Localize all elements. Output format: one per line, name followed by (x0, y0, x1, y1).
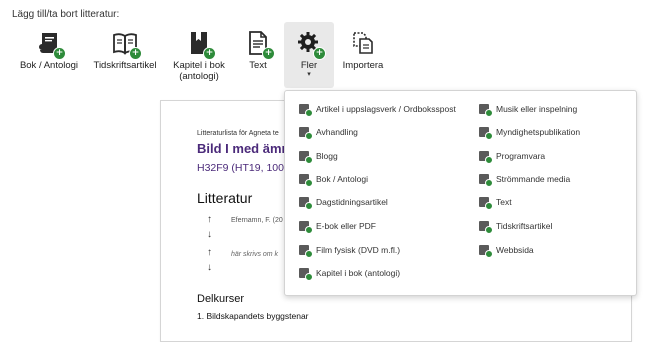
menu-item-label: Webbsida (496, 245, 534, 255)
add-journal-article-button[interactable]: + Tidskriftsartikel (90, 22, 160, 88)
import-button[interactable]: Importera (338, 22, 388, 88)
film-icon (299, 244, 313, 258)
journal-icon (479, 220, 493, 234)
text-document-icon (479, 196, 493, 210)
add-remove-literature-label: Lägg till/ta bort litteratur: (12, 9, 120, 20)
menu-item-thesis[interactable]: Avhandling (299, 123, 358, 141)
document-header: Litteraturlista för Agneta te (197, 130, 279, 137)
move-down-icon[interactable]: ↓ (207, 262, 212, 273)
music-icon (479, 103, 493, 117)
add-book-button[interactable]: + Bok / Antologi (14, 22, 84, 88)
move-up-icon[interactable]: ↑ (207, 214, 212, 225)
menu-item-encyclopedia[interactable]: Artikel i uppslagsverk / Ordboksspost (299, 100, 456, 118)
more-button[interactable]: + Fler ▾ (284, 22, 334, 88)
add-text-button[interactable]: + Text (238, 22, 278, 88)
menu-item-label: E-bok eller PDF (316, 221, 376, 231)
menu-item-music[interactable]: Musik eller inspelning (479, 100, 577, 118)
menu-item-ebook[interactable]: E-bok eller PDF (299, 217, 376, 235)
menu-item-book[interactable]: Bok / Antologi (299, 170, 368, 188)
menu-item-label: Blogg (316, 151, 338, 161)
menu-item-government[interactable]: Myndighetspublikation (479, 123, 580, 141)
government-icon (479, 126, 493, 140)
menu-item-label: Dagstidningsartikel (316, 197, 388, 207)
book-icon: + (36, 30, 66, 60)
subcourse-heading: Delkurser (197, 293, 245, 305)
menu-item-text[interactable]: Text (479, 193, 512, 211)
menu-item-label: Bok / Antologi (316, 174, 368, 184)
menu-item-label: Strömmande media (496, 174, 571, 184)
button-label: Fler (300, 60, 318, 71)
globe-icon (479, 244, 493, 258)
menu-item-streaming[interactable]: Strömmande media (479, 170, 570, 188)
thesis-icon (299, 126, 313, 140)
menu-item-chapter[interactable]: Kapitel i bok (antologi) (299, 264, 400, 282)
course-code: H32F9 (HT19, 100%, (197, 162, 297, 174)
menu-item-journal[interactable]: Tidskriftsartikel (479, 217, 552, 235)
move-down-icon[interactable]: ↓ (207, 229, 212, 240)
encyclopedia-icon (299, 103, 313, 117)
chapter-icon: + (186, 30, 216, 60)
plus-icon: + (53, 47, 66, 60)
plus-icon: + (129, 47, 142, 60)
menu-item-label: Programvara (496, 151, 546, 161)
add-chapter-button[interactable]: + Kapitel i bok (antologi) (166, 22, 232, 88)
menu-item-label: Avhandling (316, 127, 358, 137)
gear-icon: + (296, 30, 326, 60)
move-up-icon[interactable]: ↑ (207, 247, 212, 258)
menu-item-label: Myndighetspublikation (496, 127, 581, 137)
menu-item-label: Tidskriftsartikel (496, 221, 553, 231)
button-label: Tidskriftsartikel (93, 60, 157, 71)
plus-icon: + (313, 47, 326, 60)
streaming-icon (479, 173, 493, 187)
button-label: Importera (342, 60, 384, 71)
button-label: Kapitel i bok (antologi) (173, 60, 225, 82)
button-label: Bok / Antologi (19, 60, 79, 71)
literature-toolbar: + Bok / Antologi + Tidskriftsartikel + K… (0, 22, 661, 88)
chapter-icon (299, 267, 313, 281)
menu-item-label: Text (496, 197, 512, 207)
blog-icon (299, 150, 313, 164)
menu-item-software[interactable]: Programvara (479, 147, 545, 165)
menu-item-label: Musik eller inspelning (496, 104, 578, 114)
menu-item-label: Artikel i uppslagsverk / Ordboksspost (316, 104, 456, 114)
menu-item-website[interactable]: Webbsida (479, 241, 534, 259)
button-label: Text (249, 60, 267, 71)
section-heading: Litteratur (197, 190, 253, 206)
more-types-dropdown: Artikel i uppslagsverk / Ordboksspost Av… (284, 90, 637, 296)
plus-icon: + (203, 47, 216, 60)
menu-item-blog[interactable]: Blogg (299, 147, 338, 165)
journal-icon: + (112, 30, 142, 60)
reference-note: här skrivs om k (231, 251, 279, 258)
reference-entry: Efernamn, F. (20 (231, 217, 283, 224)
chevron-down-icon: ▾ (307, 71, 311, 78)
subcourse-item: 1. Bildskapandets byggstenar (197, 311, 309, 321)
menu-item-label: Film fysisk (DVD m.fl.) (316, 245, 401, 255)
plus-icon: + (262, 47, 275, 60)
menu-item-film[interactable]: Film fysisk (DVD m.fl.) (299, 241, 400, 259)
text-document-icon: + (245, 30, 275, 60)
download-icon (479, 150, 493, 164)
menu-item-label: Kapitel i bok (antologi) (316, 268, 401, 278)
newspaper-icon (299, 196, 313, 210)
ebook-icon (299, 220, 313, 234)
menu-item-newspaper[interactable]: Dagstidningsartikel (299, 193, 388, 211)
book-icon (299, 173, 313, 187)
import-icon (350, 30, 376, 58)
